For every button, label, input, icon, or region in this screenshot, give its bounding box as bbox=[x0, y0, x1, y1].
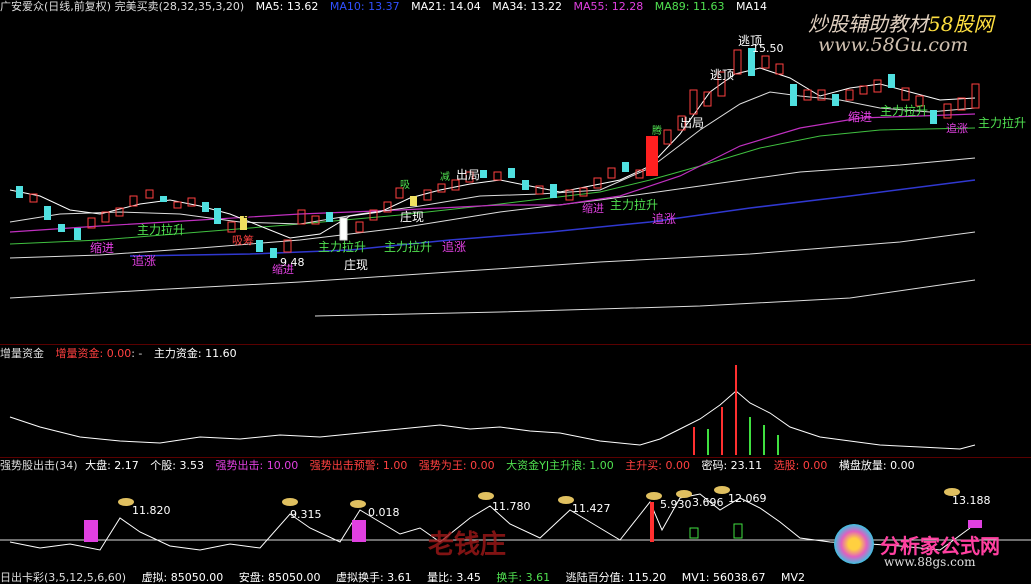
bottom-item-4: 量比: 3.45 bbox=[427, 572, 481, 584]
strength-bar-6 bbox=[733, 523, 743, 539]
peak-label-3: 0.018 bbox=[368, 506, 400, 519]
annot-zhuangxian1: 庄现 bbox=[400, 210, 425, 224]
bottom-item-0: 日出卡彩(3,5,12,5,6,60) bbox=[0, 572, 127, 584]
bottom-item-7: MV1: 56038.67 bbox=[681, 572, 766, 584]
peak-label-2: 9.315 bbox=[290, 508, 322, 521]
main-price-pane[interactable]: 广安爱众(日线,前复权) 完美买卖(28,32,35,3,20) MA5: 13… bbox=[0, 0, 1031, 344]
annot-suojin3: 缩进 bbox=[272, 263, 294, 276]
annot-top2: 逃顶 bbox=[710, 68, 735, 82]
bottom-item-1: 虚拟: 85050.00 bbox=[141, 572, 224, 584]
annot-buy: 吸筹 bbox=[232, 234, 254, 247]
strength-bar-2 bbox=[352, 520, 366, 542]
annot-zhuijin: 追涨 bbox=[132, 254, 157, 268]
marker-teng: 腾 bbox=[652, 124, 662, 137]
peak-label-9: 13.188 bbox=[952, 494, 991, 507]
bottom-item-3: 虚拟换手: 3.61 bbox=[335, 572, 412, 584]
annot-exit1: 出局 bbox=[680, 116, 705, 130]
watermark-88gs-url: www.88gs.com bbox=[884, 555, 976, 569]
annot-suojin: 缩进 bbox=[90, 241, 115, 255]
bottom-item-8: MV2 bbox=[780, 572, 805, 584]
bottom-item-5: 换手: 3.61 bbox=[496, 572, 551, 584]
strength-bar-1 bbox=[84, 520, 98, 542]
strength-bar-4 bbox=[650, 502, 654, 542]
peak-label-6: 5.930 bbox=[660, 498, 692, 511]
marker-xi: 吸 bbox=[400, 180, 410, 191]
strength-bar-5 bbox=[689, 527, 699, 539]
strength-pane[interactable]: 强势股出击(34) 大盘: 2.17 个股: 3.53 强势出击: 10.00 … bbox=[0, 458, 1031, 572]
peak-label-4: 11.780 bbox=[492, 500, 531, 513]
bottom-item-2: 安盘: 85050.00 bbox=[238, 572, 321, 584]
annot-lashen4: 主力拉升 bbox=[610, 198, 659, 212]
peak-label-7: 3.696 bbox=[692, 496, 724, 509]
bottom-item-6: 逃陆百分值: 115.20 bbox=[565, 572, 667, 584]
annot-lashen3: 主力拉升 bbox=[384, 240, 433, 254]
annot-top-price: 15.50 bbox=[752, 42, 784, 55]
fund-chart bbox=[9, 365, 976, 455]
annot-lashen2: 主力拉升 bbox=[318, 240, 367, 254]
watermark-58gu: 炒股辅助教材58股网 bbox=[808, 8, 993, 37]
annot-exit2: 出局 bbox=[456, 168, 481, 182]
ma-line-magenta bbox=[9, 113, 976, 233]
annot-lashen6: 主力拉升 bbox=[978, 116, 1027, 130]
fund-pane[interactable]: 增量资金 增量资金: 0.00: - 主力资金: 11.60 bbox=[0, 345, 1031, 457]
watermark-58gu-a: 炒股辅助教材 bbox=[808, 12, 928, 36]
annot-zhuijin4: 追涨 bbox=[946, 122, 968, 135]
watermark-58gu-url: www.58Gu.com bbox=[818, 34, 969, 56]
ma-line-white1 bbox=[9, 67, 976, 239]
annot-zhuijin2: 追涨 bbox=[442, 240, 467, 254]
fund-line bbox=[9, 390, 976, 450]
ma-line-white2 bbox=[9, 91, 976, 225]
peak-label-5: 11.427 bbox=[572, 502, 611, 515]
indicator-bottom-bar: 日出卡彩(3,5,12,5,6,60) 虚拟: 85050.00 安盘: 850… bbox=[0, 572, 1031, 584]
peak-label-8: 12.069 bbox=[728, 492, 767, 505]
annot-zhuangxian2: 庄现 bbox=[344, 258, 369, 272]
ma-line-long2 bbox=[314, 279, 976, 317]
annot-lashen1: 主力拉升 bbox=[137, 223, 186, 237]
strength-peak-icons bbox=[118, 486, 960, 508]
watermark-88gs-icon bbox=[834, 524, 874, 564]
strength-bar-3 bbox=[968, 520, 982, 528]
annot-zhuijin3: 追涨 bbox=[652, 212, 677, 226]
watermark-laoqianzhuang: 老钱庄 bbox=[428, 530, 507, 560]
annot-lashen5: 主力拉升 bbox=[880, 104, 929, 118]
fund-bars bbox=[693, 365, 779, 455]
watermark-58gu-b: 58股网 bbox=[928, 12, 994, 36]
annot-suojin2: 缩进 bbox=[848, 110, 873, 124]
marker-b: B bbox=[243, 211, 249, 221]
marker-jian: 减 bbox=[440, 171, 450, 183]
ma-line-white3 bbox=[9, 157, 976, 259]
annot-suojin4: 缩进 bbox=[582, 202, 604, 215]
peak-label-1: 11.820 bbox=[132, 504, 171, 517]
